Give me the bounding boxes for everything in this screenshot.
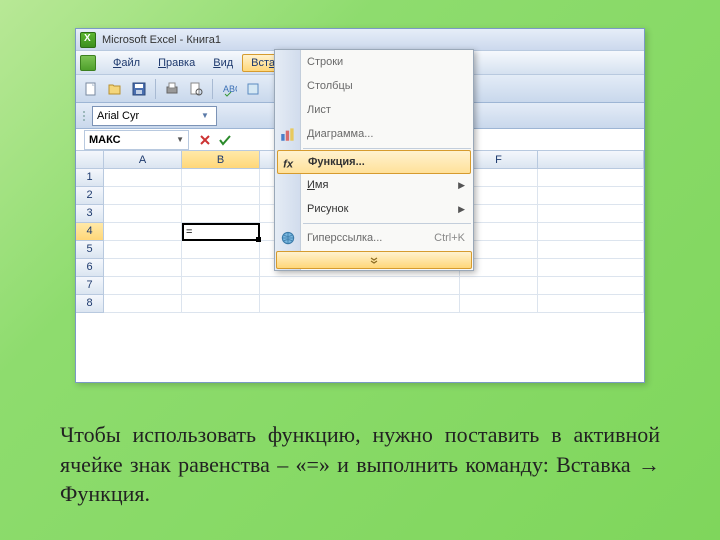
menu-view[interactable]: Вид — [204, 54, 242, 72]
cell[interactable] — [538, 259, 644, 277]
row-header-8[interactable]: 8 — [76, 295, 104, 313]
enter-formula-icon[interactable] — [217, 132, 233, 148]
cell[interactable] — [538, 295, 644, 313]
select-all-corner[interactable] — [76, 151, 104, 168]
menu-item-columns[interactable]: Столбцы — [275, 74, 473, 98]
app-corner-icon[interactable] — [80, 55, 96, 71]
cell[interactable] — [260, 277, 460, 295]
name-box[interactable]: МАКС ▼ — [84, 130, 189, 150]
row-header-1[interactable]: 1 — [76, 169, 104, 187]
print-preview-button[interactable] — [185, 78, 207, 100]
menu-item-rows[interactable]: Строки — [275, 50, 473, 74]
menu-item-picture[interactable]: Рисунок ▶ — [275, 197, 473, 221]
titlebar: Microsoft Excel - Книга1 — [76, 29, 644, 51]
hyperlink-icon — [279, 229, 297, 247]
cell[interactable] — [182, 187, 260, 205]
menu-file-label: айл — [121, 57, 140, 69]
row-header-6[interactable]: 6 — [76, 259, 104, 277]
fx-icon: fx — [282, 154, 300, 172]
cell[interactable] — [104, 259, 182, 277]
cell[interactable] — [182, 277, 260, 295]
research-button[interactable] — [242, 78, 264, 100]
col-header-a[interactable]: A — [104, 151, 182, 168]
submenu-arrow-icon: ▶ — [458, 204, 465, 215]
cancel-formula-icon[interactable] — [197, 132, 213, 148]
cell[interactable] — [104, 241, 182, 259]
toolbar-separator — [155, 79, 156, 99]
cell[interactable] — [538, 187, 644, 205]
menu-separator — [303, 148, 471, 149]
submenu-arrow-icon: ▶ — [458, 180, 465, 191]
menu-item-sheet[interactable]: Лист — [275, 98, 473, 122]
excel-logo-icon — [80, 32, 96, 48]
font-name-value: Arial Cyr — [97, 110, 139, 122]
menu-item-chart[interactable]: Диаграмма... — [275, 122, 473, 146]
fill-handle-icon[interactable] — [256, 237, 261, 242]
row-header-2[interactable]: 2 — [76, 187, 104, 205]
col-header-b[interactable]: B — [182, 151, 260, 168]
cell[interactable] — [182, 241, 260, 259]
cell[interactable] — [460, 277, 538, 295]
menu-item-label: Лист — [307, 104, 331, 116]
chevron-down-icon: ▼ — [176, 135, 184, 144]
print-button[interactable] — [161, 78, 183, 100]
menu-shortcut: Ctrl+K — [434, 232, 465, 244]
svg-text:fx: fx — [283, 159, 294, 171]
cell[interactable] — [538, 223, 644, 241]
window-title: Microsoft Excel - Книга1 — [102, 34, 221, 46]
insert-menu-dropdown: Строки Столбцы Лист Диаграмма... fx Функ… — [274, 49, 474, 271]
name-box-value: МАКС — [89, 134, 121, 146]
menu-item-label: Гиперссылка... — [307, 232, 382, 244]
chart-icon — [279, 125, 297, 143]
cell[interactable] — [104, 169, 182, 187]
row-header-4[interactable]: 4 — [76, 223, 104, 241]
new-button[interactable] — [80, 78, 102, 100]
menu-expand-button[interactable] — [276, 251, 472, 269]
cell[interactable] — [104, 205, 182, 223]
menu-item-label: Рисунок — [307, 203, 349, 215]
cell-value: = — [186, 226, 192, 238]
cell[interactable] — [182, 259, 260, 277]
menu-item-name[interactable]: Имя ▶ — [275, 173, 473, 197]
save-button[interactable] — [128, 78, 150, 100]
cell[interactable] — [182, 169, 260, 187]
cell[interactable] — [104, 295, 182, 313]
menu-item-label: Функция... — [308, 156, 365, 168]
menu-item-function[interactable]: fx Функция... — [277, 150, 471, 174]
spell-button[interactable]: ABC — [218, 78, 240, 100]
cell[interactable] — [260, 295, 460, 313]
cell[interactable] — [182, 295, 260, 313]
open-button[interactable] — [104, 78, 126, 100]
row-header-3[interactable]: 3 — [76, 205, 104, 223]
cell[interactable] — [460, 295, 538, 313]
cell[interactable] — [182, 205, 260, 223]
cell[interactable] — [538, 205, 644, 223]
slide-description: Чтобы использовать функцию, нужно постав… — [60, 420, 660, 509]
menu-item-label: Строки — [307, 56, 343, 68]
cell[interactable] — [538, 169, 644, 187]
menu-item-hyperlink[interactable]: Гиперссылка... Ctrl+K — [275, 226, 473, 250]
row-header-7[interactable]: 7 — [76, 277, 104, 295]
menu-item-label: Диаграмма... — [307, 128, 373, 140]
cell[interactable] — [104, 277, 182, 295]
chevron-down-icon: ▼ — [198, 111, 212, 120]
font-grip-icon — [80, 105, 88, 127]
col-header-rest — [538, 151, 644, 168]
menu-item-label: Столбцы — [307, 80, 353, 92]
active-cell-b4[interactable]: = — [182, 223, 260, 241]
cell[interactable] — [538, 241, 644, 259]
menu-file[interactable]: Файл — [104, 54, 149, 72]
menu-edit[interactable]: Правка — [149, 54, 204, 72]
font-name-select[interactable]: Arial Cyr ▼ — [92, 106, 217, 126]
cell[interactable] — [104, 187, 182, 205]
toolbar-separator — [212, 79, 213, 99]
cell[interactable] — [538, 277, 644, 295]
menu-separator — [303, 223, 471, 224]
row-header-5[interactable]: 5 — [76, 241, 104, 259]
cell[interactable] — [104, 223, 182, 241]
